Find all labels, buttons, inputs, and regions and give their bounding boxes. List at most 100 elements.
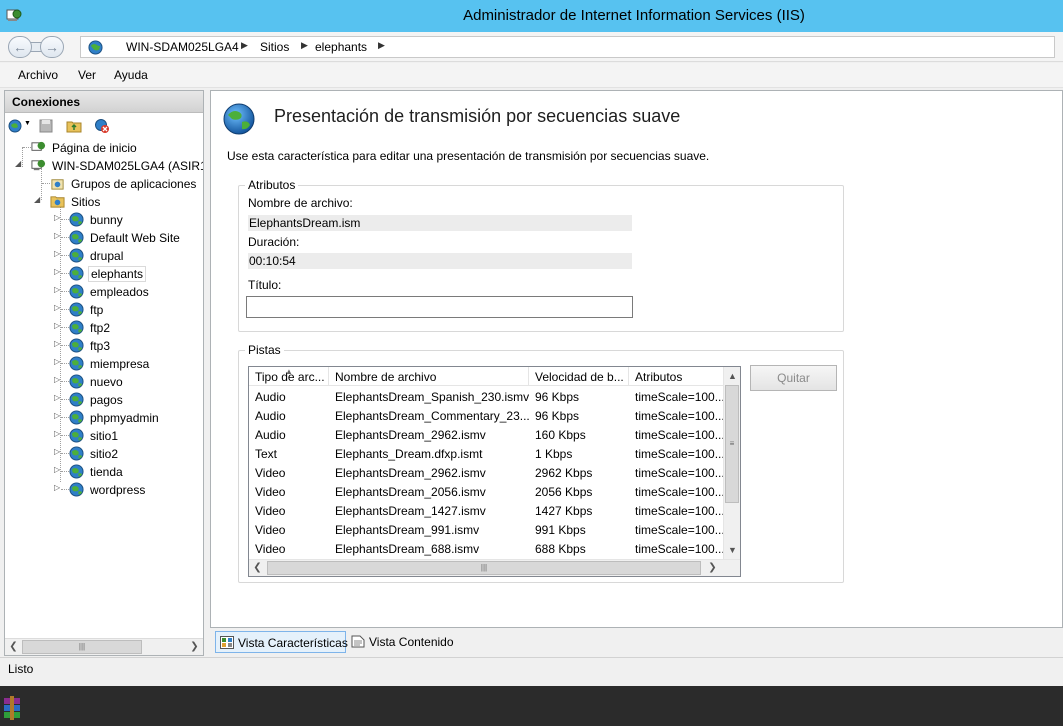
expand-icon[interactable]: ▷ (54, 447, 60, 456)
table-row[interactable]: Audio ElephantsDream_2962.ismv 160 Kbps tim… (249, 425, 724, 444)
remove-button[interactable]: Quitar (750, 365, 837, 391)
menu-archivo[interactable]: Archivo (18, 68, 58, 82)
tab-features-view[interactable]: Vista Características (215, 631, 348, 653)
table-row[interactable]: Video ElephantsDream_688.ismv 688 Kbps time… (249, 539, 724, 558)
tracks-hscrollbar[interactable]: ❮ ||| ❯ (249, 559, 740, 576)
tree-item-label: ftp3 (90, 339, 111, 353)
features-view-icon (220, 636, 234, 649)
menu-ayuda[interactable]: Ayuda (114, 68, 148, 82)
breadcrumb-separator-icon[interactable]: ▶ (241, 40, 248, 51)
cell-filename: ElephantsDream_2056.ismv (335, 485, 486, 499)
disconnect-icon[interactable] (94, 118, 110, 134)
menu-ver[interactable]: Ver (78, 68, 96, 82)
tree-item-label: drupal (90, 249, 124, 263)
cell-bitrate: 96 Kbps (535, 390, 580, 404)
scroll-thumb[interactable]: ||| (22, 640, 142, 654)
scroll-thumb[interactable]: ||| (267, 561, 701, 575)
cell-type: Video (255, 485, 286, 499)
breadcrumb-site[interactable]: elephants (315, 40, 367, 54)
table-row[interactable]: Video ElephantsDream_1427.ismv 1427 Kbps ti… (249, 501, 724, 520)
expand-icon[interactable]: ▷ (54, 357, 60, 366)
tracks-vscrollbar[interactable]: ▲ ≡ ▼ (723, 367, 740, 559)
winrar-taskbar-icon[interactable] (2, 696, 22, 722)
site-globe-icon (69, 248, 84, 263)
connections-hscrollbar[interactable]: ❮ ||| ❯ (5, 638, 203, 655)
cell-bitrate: 1 Kbps (535, 447, 573, 461)
column-header-bitrate[interactable]: Velocidad de b... (529, 367, 629, 386)
tree-item-label: WIN-SDAM025LGA4 (ASIR171 (52, 159, 203, 173)
tracks-list[interactable]: Tipo de arc... Nombre de archivo Velocid… (248, 366, 741, 577)
globe-feature-icon (223, 103, 255, 135)
content-view-icon (351, 635, 365, 648)
tab-content-view[interactable]: Vista Contenido (347, 631, 457, 653)
tree-item-label: ftp (90, 303, 104, 317)
attributes-group: Atributos Nombre de archivo: ElephantsDr… (238, 178, 844, 332)
expand-icon[interactable]: ▷ (54, 393, 60, 402)
table-row[interactable]: Text Elephants_Dream.dfxp.ismt 1 Kbps timeS… (249, 444, 724, 463)
breadcrumb-server[interactable]: WIN-SDAM025LGA4 (126, 40, 239, 54)
tab-content-label: Vista Contenido (369, 635, 454, 649)
breadcrumb-separator-icon[interactable]: ▶ (301, 40, 308, 51)
connections-panel: Conexiones ▼ Página de inicio ◢ WIN-SDAM… (4, 90, 204, 656)
forward-button[interactable]: → (40, 36, 64, 58)
dropdown-arrow-icon[interactable]: ▼ (24, 120, 31, 127)
table-row[interactable]: Video ElephantsDream_991.ismv 991 Kbps time… (249, 520, 724, 539)
table-row[interactable]: Video ElephantsDream_2056.ismv 2056 Kbps ti… (249, 482, 724, 501)
expand-icon[interactable]: ▷ (54, 231, 60, 240)
site-globe-icon (69, 374, 84, 389)
breadcrumb-sites[interactable]: Sitios (260, 40, 289, 54)
app-pools-icon (51, 179, 64, 190)
title-input[interactable] (246, 296, 633, 318)
tree-item-label: Default Web Site (90, 231, 180, 245)
scroll-left-icon[interactable]: ❮ (6, 640, 21, 654)
table-row[interactable]: Video ElephantsDream_2962.ismv 2962 Kbps ti… (249, 463, 724, 482)
scroll-up-icon[interactable]: ▲ (725, 368, 740, 384)
table-row[interactable]: Audio ElephantsDream_Spanish_230.ismv 96 K… (249, 387, 724, 406)
status-bar: Listo (0, 657, 1063, 680)
scroll-left-icon[interactable]: ❮ (250, 561, 265, 575)
expand-icon[interactable]: ▷ (54, 249, 60, 258)
tree-item-label: bunny (90, 213, 123, 227)
save-icon[interactable] (38, 118, 54, 134)
expand-icon[interactable]: ▷ (54, 213, 60, 222)
scroll-right-icon[interactable]: ❯ (705, 561, 720, 575)
cell-type: Video (255, 542, 286, 556)
back-button[interactable]: ← (8, 36, 32, 58)
expand-icon[interactable]: ▷ (54, 267, 60, 276)
cell-filename: ElephantsDream_Commentary_23... (335, 409, 529, 423)
connect-icon[interactable] (7, 118, 23, 134)
table-row[interactable]: Audio ElephantsDream_Commentary_23... 96 K… (249, 406, 724, 425)
cell-filename: ElephantsDream_991.ismv (335, 523, 480, 537)
site-globe-icon (69, 392, 84, 407)
expand-icon[interactable]: ▷ (54, 465, 60, 474)
menu-bar: Archivo Ver Ayuda (0, 63, 1063, 88)
scroll-down-icon[interactable]: ▼ (725, 542, 740, 558)
expand-icon[interactable]: ▷ (54, 375, 60, 384)
collapse-icon[interactable]: ◢ (15, 159, 21, 168)
expand-icon[interactable]: ▷ (54, 429, 60, 438)
address-field[interactable]: WIN-SDAM025LGA4 ▶ Sitios ▶ elephants ▶ (80, 36, 1055, 58)
expand-icon[interactable]: ▷ (54, 339, 60, 348)
scroll-right-icon[interactable]: ❯ (187, 640, 202, 654)
expand-icon[interactable]: ▷ (54, 483, 60, 492)
view-tabs: Vista Características Vista Contenido (210, 630, 1063, 654)
window-title: Administrador de Internet Information Se… (463, 7, 805, 24)
scroll-thumb[interactable]: ≡ (725, 385, 739, 503)
status-text: Listo (8, 662, 34, 676)
folder-up-icon[interactable] (66, 118, 82, 134)
tree-item-label: Página de inicio (52, 141, 137, 155)
filename-value: ElephantsDream.ism (248, 215, 632, 231)
expand-icon[interactable]: ▷ (54, 303, 60, 312)
forward-arrow-icon: → (45, 39, 59, 55)
column-header-attributes[interactable]: Atributos (629, 367, 724, 386)
breadcrumb-separator-icon[interactable]: ▶ (378, 40, 385, 51)
expand-icon[interactable]: ▷ (54, 285, 60, 294)
collapse-icon[interactable]: ◢ (34, 195, 40, 204)
site-globe-icon (69, 410, 84, 425)
tree-item-label: ftp2 (90, 321, 111, 335)
expand-icon[interactable]: ▷ (54, 411, 60, 420)
tree-item-label: Grupos de aplicaciones (71, 177, 197, 191)
column-header-filename[interactable]: Nombre de archivo (329, 367, 529, 386)
tracks-list-header: Tipo de arc... Nombre de archivo Velocid… (249, 367, 724, 386)
expand-icon[interactable]: ▷ (54, 321, 60, 330)
